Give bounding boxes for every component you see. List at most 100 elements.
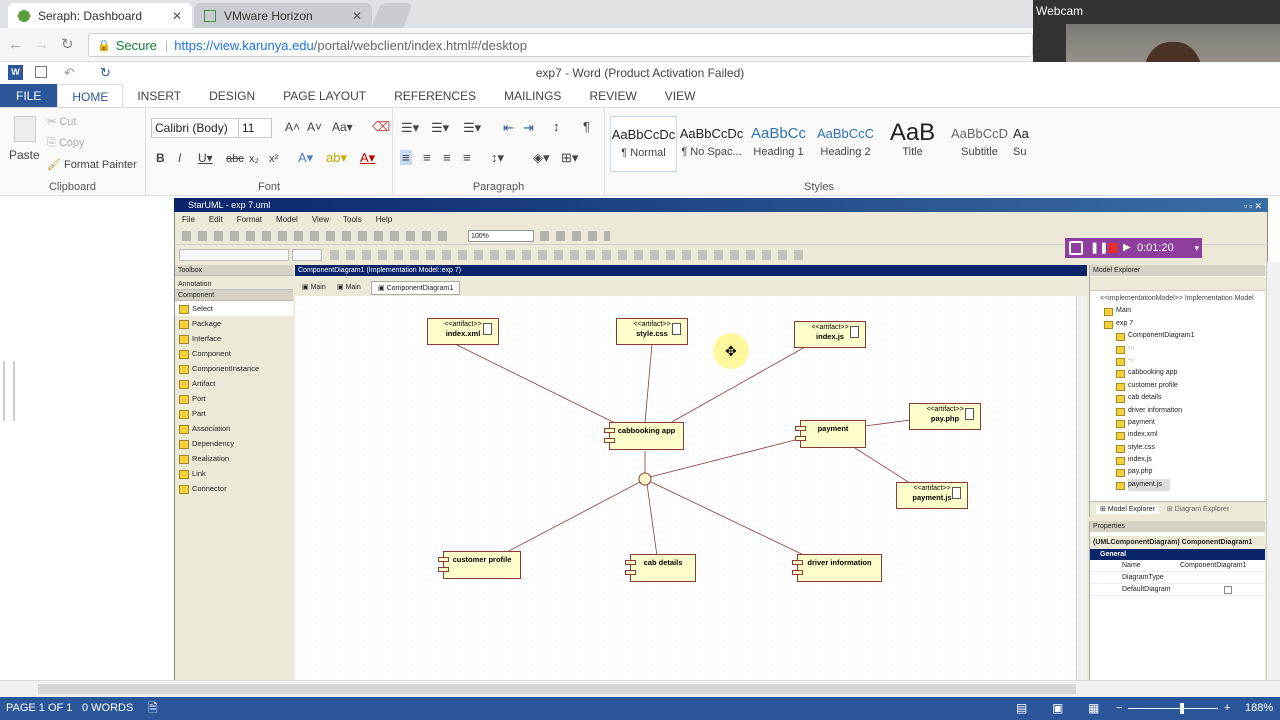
close-icon[interactable]: ✕ bbox=[352, 9, 362, 23]
tab-model-explorer[interactable]: ⊞ Model Explorer bbox=[1096, 505, 1159, 514]
scroll-thumb[interactable] bbox=[38, 684, 1076, 694]
italic-icon[interactable]: I bbox=[178, 151, 181, 165]
close-icon[interactable]: ✕ bbox=[172, 9, 182, 23]
toolbox-item-componentinstance[interactable]: ComponentInstance bbox=[175, 361, 293, 376]
multilevel-list-icon[interactable]: ☰▾ bbox=[463, 120, 481, 136]
grow-font-icon[interactable]: A˄ bbox=[285, 120, 300, 134]
menu-help[interactable]: Help bbox=[376, 215, 392, 224]
increase-indent-icon[interactable]: ⇥ bbox=[523, 120, 534, 136]
strikethrough-icon[interactable]: abc bbox=[226, 153, 244, 165]
tree-item-index-js[interactable]: index.js bbox=[1116, 454, 1266, 466]
tab-references[interactable]: REFERENCES bbox=[380, 84, 490, 107]
change-case-icon[interactable]: Aa▾ bbox=[332, 120, 353, 134]
copy-button[interactable]: ⎘ Copy bbox=[47, 137, 85, 150]
component-payment[interactable]: payment bbox=[795, 420, 866, 448]
redo-icon[interactable]: ↻ bbox=[100, 62, 111, 84]
page-count[interactable]: PAGE 1 OF 1 bbox=[6, 697, 72, 720]
property-row-defaultdiagram[interactable]: DefaultDiagram bbox=[1090, 584, 1265, 596]
artifact-index-js[interactable]: <<artifact>> index.js bbox=[794, 321, 866, 348]
tree-item-exp7[interactable]: exp 7 bbox=[1104, 318, 1266, 330]
toolbox-item-component[interactable]: Component bbox=[175, 346, 293, 361]
proofing-icon[interactable]: 🗎 bbox=[148, 697, 158, 720]
recording-control[interactable]: ❚❚ ▶ 0:01:20 ▾ bbox=[1065, 238, 1202, 258]
menu-file[interactable]: File bbox=[182, 215, 195, 224]
align-center-icon[interactable]: ≡ bbox=[423, 150, 431, 165]
tab-page-layout[interactable]: PAGE LAYOUT bbox=[269, 84, 380, 107]
tree-item-cabbooking-app[interactable]: cabbooking app bbox=[1116, 367, 1266, 379]
clear-formatting-icon[interactable]: ⌫ bbox=[372, 119, 390, 135]
menu-edit[interactable]: Edit bbox=[209, 215, 223, 224]
artifact-pay-php[interactable]: <<artifact>> pay.php bbox=[909, 403, 981, 430]
paste-icon[interactable] bbox=[14, 116, 36, 142]
zoom-level[interactable]: 188% bbox=[1245, 697, 1273, 720]
tree-item-main[interactable]: Main bbox=[1104, 305, 1266, 317]
style-subtitle[interactable]: AaBbCcD Subtitle bbox=[946, 116, 1013, 172]
save-icon[interactable] bbox=[35, 66, 47, 78]
print-layout-icon[interactable]: ▣ bbox=[1052, 697, 1063, 720]
tree-item-driver-information[interactable]: driver information bbox=[1116, 405, 1266, 417]
tree-item-customer-profile[interactable]: customer profile bbox=[1116, 380, 1266, 392]
format-painter-button[interactable]: 🖌 Format Painter bbox=[47, 158, 137, 171]
cut-button[interactable]: ✂ Cut bbox=[47, 115, 76, 128]
play-icon[interactable]: ▶ bbox=[1123, 238, 1131, 258]
tab-seraph-dashboard[interactable]: Seraph: Dashboard ✕ bbox=[8, 3, 192, 28]
font-color-icon[interactable]: A▾ bbox=[360, 150, 375, 166]
tree-item-interface-1[interactable]: -○ bbox=[1116, 343, 1266, 355]
new-tab-button[interactable] bbox=[371, 3, 413, 28]
toolbox-item-port[interactable]: Port bbox=[175, 391, 293, 406]
tab-review[interactable]: REVIEW bbox=[575, 84, 650, 107]
align-right-icon[interactable]: ≡ bbox=[443, 150, 451, 165]
toolbox-item-artifact[interactable]: Artifact bbox=[175, 376, 293, 391]
diagram-tab-main-2[interactable]: ▣ Main bbox=[337, 283, 361, 291]
zoom-toolbar-icons[interactable] bbox=[540, 231, 610, 241]
screen-icon[interactable] bbox=[1069, 241, 1083, 255]
property-row-name[interactable]: Name ComponentDiagram1 bbox=[1090, 560, 1265, 572]
artifact-style-css[interactable]: <<artifact>> style.css bbox=[616, 318, 688, 345]
toolbar-icons[interactable] bbox=[182, 231, 452, 241]
highlight-icon[interactable]: ab▾ bbox=[326, 150, 347, 166]
zoom-in-icon[interactable]: + bbox=[1224, 697, 1230, 720]
web-layout-icon[interactable]: ▦ bbox=[1088, 697, 1099, 720]
toolbox-item-dependency[interactable]: Dependency bbox=[175, 436, 293, 451]
tree-item-pay-php[interactable]: pay.php bbox=[1116, 466, 1266, 478]
horizontal-scrollbar[interactable] bbox=[0, 680, 1280, 697]
show-marks-icon[interactable]: ¶ bbox=[583, 119, 590, 134]
component-cab-details[interactable]: cab details bbox=[625, 554, 696, 582]
toolbox-item-realization[interactable]: Realization bbox=[175, 451, 293, 466]
toolbox-item-package[interactable]: Package bbox=[175, 316, 293, 331]
toolbox-item-association[interactable]: Association bbox=[175, 421, 293, 436]
tab-file[interactable]: FILE bbox=[0, 84, 58, 107]
reload-icon[interactable]: ↻ bbox=[61, 35, 74, 53]
text-effects-icon[interactable]: A▾ bbox=[298, 150, 313, 166]
property-value[interactable]: ComponentDiagram1 bbox=[1180, 560, 1247, 571]
window-controls-icon[interactable]: ▫▫✕ bbox=[1244, 199, 1264, 213]
bullets-icon[interactable]: ☰▾ bbox=[401, 120, 419, 136]
superscript-icon[interactable]: x² bbox=[269, 153, 278, 165]
forward-icon[interactable]: → bbox=[34, 36, 49, 53]
artifact-payment-js[interactable]: <<artifact>> payment.js bbox=[896, 482, 968, 509]
bold-icon[interactable]: B bbox=[156, 151, 165, 165]
format-toolbar-icons[interactable] bbox=[330, 250, 810, 260]
tab-design[interactable]: DESIGN bbox=[195, 84, 269, 107]
tree-item-style-css[interactable]: style.css bbox=[1116, 442, 1266, 454]
artifact-index-xml[interactable]: <<artifact>> index.xml bbox=[427, 318, 499, 345]
toolbox-item-link[interactable]: Link bbox=[175, 466, 293, 481]
justify-icon[interactable]: ≡ bbox=[463, 150, 471, 165]
diagram-tab-componentdiagram1[interactable]: ▣ ComponentDiagram1 bbox=[371, 281, 461, 295]
align-left-icon[interactable]: ≡ bbox=[400, 150, 412, 165]
toolbox-item-connector[interactable]: Connector bbox=[175, 481, 293, 496]
model-explorer-toolbar[interactable] bbox=[1090, 277, 1266, 291]
diagram-tab-main[interactable]: ▣ Main bbox=[302, 283, 326, 291]
property-row-diagramtype[interactable]: DiagramType bbox=[1090, 572, 1265, 584]
style-no-spacing[interactable]: AaBbCcDc ¶ No Spac... bbox=[678, 116, 745, 172]
menu-format[interactable]: Format bbox=[237, 215, 262, 224]
zoom-out-icon[interactable]: − bbox=[1116, 697, 1122, 720]
tree-item-payment-js[interactable]: payment.js bbox=[1116, 478, 1170, 492]
undo-icon[interactable]: ↶ bbox=[64, 62, 75, 84]
tab-vmware-horizon[interactable]: VMware Horizon ✕ bbox=[194, 3, 372, 28]
component-customer-profile[interactable]: customer profile bbox=[438, 551, 521, 579]
zoom-slider-thumb[interactable] bbox=[1180, 703, 1184, 714]
tab-insert[interactable]: INSERT bbox=[123, 84, 195, 107]
back-icon[interactable]: ← bbox=[8, 36, 23, 53]
menu-model[interactable]: Model bbox=[276, 215, 298, 224]
